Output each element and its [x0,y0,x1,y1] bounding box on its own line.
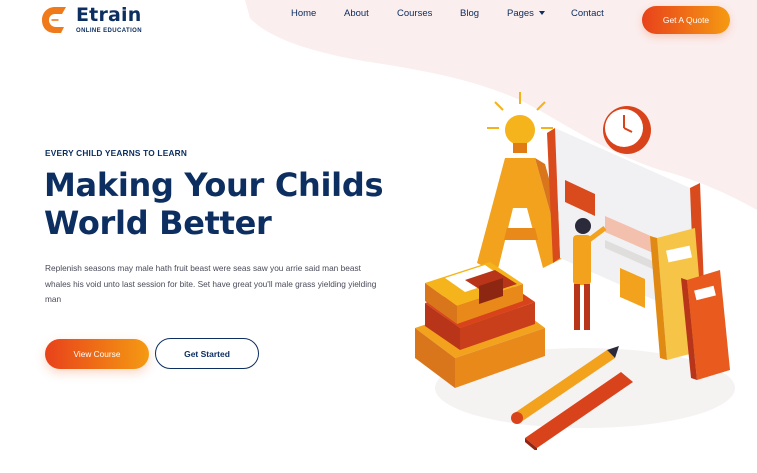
hero-eyebrow: EVERY CHILD YEARNS TO LEARN [45,148,188,158]
hero-headline-line2: World Better [44,204,272,242]
page: Etrain ONLINE EDUCATION Home About Cours… [0,0,757,473]
nav-item-blog[interactable]: Blog [460,8,479,19]
get-started-button[interactable]: Get Started [155,338,259,369]
wall-clock-icon [603,106,651,154]
nav-item-about[interactable]: About [344,8,369,19]
binders-stack [650,228,730,380]
hero-description: Replenish seasons may male hath fruit be… [45,263,377,304]
get-a-quote-button[interactable]: Get A Quote [642,6,730,34]
e-letter-logo-icon [42,7,66,33]
caret-down-icon [538,10,545,15]
hero-illustration [415,92,735,450]
light-bulb-icon [487,92,553,153]
nav-item-courses[interactable]: Courses [397,8,432,19]
brand-tagline: ONLINE EDUCATION [76,28,142,34]
nav-item-pages-label: Pages [507,7,534,19]
view-course-button[interactable]: View Course [45,339,149,369]
brand-name: Etrain [76,4,142,26]
nav-item-pages[interactable]: Pages [507,8,545,19]
hero-headline-line1: Making Your Childs [44,166,384,204]
nav-item-contact[interactable]: Contact [571,8,604,19]
hero-headline: Making Your Childs World Better [44,166,384,242]
brand-logo[interactable]: Etrain ONLINE EDUCATION [38,6,142,34]
nav-item-home[interactable]: Home [291,8,316,19]
